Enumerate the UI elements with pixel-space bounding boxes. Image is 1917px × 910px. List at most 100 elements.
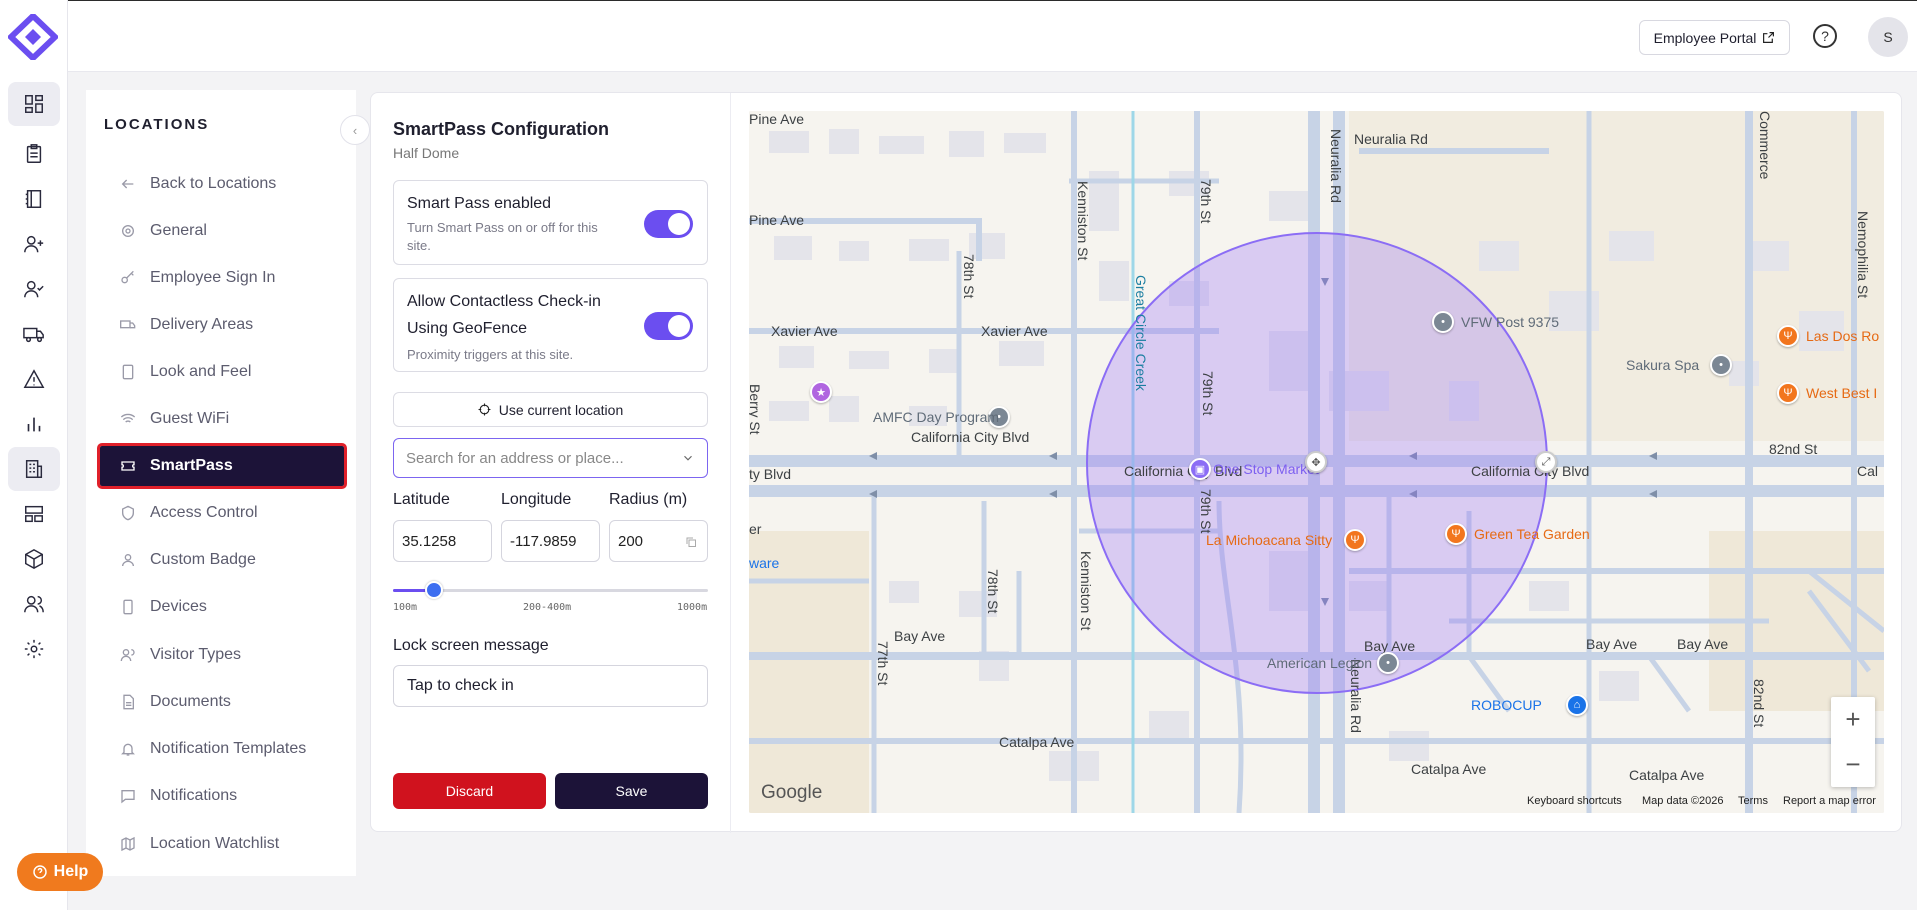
place-label-west-best: West Best I xyxy=(1806,385,1878,401)
place-pin-icon[interactable]: • xyxy=(1432,311,1454,333)
save-button[interactable]: Save xyxy=(555,773,708,809)
radius-field[interactable]: 200 xyxy=(609,520,708,562)
discard-button[interactable]: Discard xyxy=(393,773,546,809)
zoom-in-button[interactable]: + xyxy=(1831,697,1875,742)
building-icon[interactable] xyxy=(8,447,60,491)
avatar[interactable]: S xyxy=(1868,17,1908,57)
street-label: Pine Ave xyxy=(749,212,805,228)
sidebar-item-devices[interactable]: Devices xyxy=(100,587,344,627)
lock-pin-icon[interactable]: ⌂ xyxy=(1566,694,1588,716)
dashboard-icon[interactable] xyxy=(8,82,60,126)
latitude-label: Latitude xyxy=(393,491,450,508)
zoom-out-button[interactable]: − xyxy=(1831,742,1875,787)
radius-label: Radius (m) xyxy=(609,491,688,508)
report-map-error-link[interactable]: Report a map error xyxy=(1783,795,1876,807)
restaurant-pin-icon[interactable]: Ψ xyxy=(1344,529,1366,551)
place-pin-icon[interactable]: • xyxy=(1377,652,1399,674)
sidebar-item-custom-badge[interactable]: Custom Badge xyxy=(100,540,344,580)
terms-link[interactable]: Terms xyxy=(1738,795,1768,807)
employee-portal-label: Employee Portal xyxy=(1653,29,1757,46)
collapse-sidebar-button[interactable]: ‹ xyxy=(340,115,370,145)
slider-mid-label: 200-400m xyxy=(523,602,572,613)
sidebar-item-label: Guest WiFi xyxy=(150,410,230,427)
street-label: Bay Ave xyxy=(1586,636,1638,652)
longitude-field[interactable]: -117.9859 xyxy=(501,520,600,562)
truck-icon xyxy=(120,320,136,329)
street-label: 78th St xyxy=(985,569,1001,614)
move-handle-icon[interactable]: ✥ xyxy=(1305,451,1327,473)
street-label: 79th St xyxy=(1198,489,1214,534)
top-bar: Employee Portal ? S xyxy=(68,0,1917,72)
sidebar-item-look-and-feel[interactable]: Look and Feel xyxy=(100,352,344,392)
sidebar-item-general[interactable]: General xyxy=(100,211,344,251)
geofence-title-2: Using GeoFence xyxy=(407,320,528,337)
sidebar-item-smartpass[interactable]: SmartPass xyxy=(97,443,347,489)
street-label: ty Blvd xyxy=(749,466,792,482)
map[interactable]: Pine Ave Pine Ave Xavier Ave Xavier Ave … xyxy=(749,111,1884,813)
add-user-icon[interactable] xyxy=(8,222,60,266)
settings-icon[interactable] xyxy=(8,627,60,671)
sidebar-item-label: Delivery Areas xyxy=(150,316,254,333)
truck-icon[interactable] xyxy=(8,312,60,356)
geofence-toggle-card: Allow Contactless Check-in Using GeoFenc… xyxy=(393,278,708,372)
sidebar-item-notification-templates[interactable]: Notification Templates xyxy=(100,729,344,769)
geofence-desc: Proximity triggers at this site. xyxy=(407,347,574,362)
shop-pin-icon[interactable]: ▣ xyxy=(1189,458,1211,480)
resize-handle-icon[interactable]: ⤢ xyxy=(1535,451,1557,473)
sidebar-item-label: Notification Templates xyxy=(150,740,307,757)
app-logo-icon[interactable] xyxy=(6,11,60,63)
restaurant-pin-icon[interactable]: Ψ xyxy=(1445,523,1467,545)
latitude-field[interactable]: 35.1258 xyxy=(393,520,492,562)
chart-icon[interactable] xyxy=(8,402,60,446)
person-icon xyxy=(122,554,134,567)
shield-icon xyxy=(122,505,134,521)
sidebar-item-guest-wifi[interactable]: Guest WiFi xyxy=(100,399,344,439)
smart-pass-toggle[interactable] xyxy=(644,210,693,238)
user-check-icon[interactable] xyxy=(8,267,60,311)
place-label-one-stop: One Stop Market xyxy=(1213,461,1319,477)
sidebar-item-label: Custom Badge xyxy=(150,551,256,568)
street-label: 77th St xyxy=(875,641,891,686)
users-icon[interactable] xyxy=(8,582,60,626)
radius-slider[interactable] xyxy=(393,581,708,599)
place-label-sakura: Sakura Spa xyxy=(1626,357,1700,373)
cube-icon[interactable] xyxy=(8,537,60,581)
restaurant-pin-icon[interactable]: Ψ xyxy=(1777,325,1799,347)
help-icon[interactable]: ? xyxy=(1810,21,1840,51)
device-icon xyxy=(123,599,133,615)
sidebar-item-location-watchlist[interactable]: Location Watchlist xyxy=(100,824,344,864)
map-data-text: Map data ©2026 xyxy=(1642,795,1724,807)
radius-slider-handle[interactable] xyxy=(424,581,443,599)
street-label: Neuralia Rd xyxy=(1354,131,1428,147)
search-placeholder: Search for an address or place... xyxy=(406,449,624,467)
sidebar-item-label: Visitor Types xyxy=(150,646,242,663)
street-label: Kenniston St xyxy=(1075,181,1091,261)
logbook-icon[interactable] xyxy=(8,177,60,221)
ticket-icon xyxy=(121,461,135,471)
sidebar-item-label: Employee Sign In xyxy=(150,269,276,286)
school-pin-icon[interactable]: ★ xyxy=(810,381,832,403)
keyboard-shortcuts-link[interactable]: Keyboard shortcuts xyxy=(1527,795,1622,807)
layout-icon[interactable] xyxy=(8,492,60,536)
lock-screen-input[interactable]: Tap to check in xyxy=(393,665,708,707)
use-current-location-button[interactable]: Use current location xyxy=(393,392,708,427)
sidebar-item-employee-sign-in[interactable]: Employee Sign In xyxy=(100,258,344,298)
zoom-controls: + − xyxy=(1831,697,1875,787)
geofence-toggle[interactable] xyxy=(644,312,693,340)
smart-pass-title: Smart Pass enabled xyxy=(407,195,552,212)
employee-portal-button[interactable]: Employee Portal xyxy=(1639,20,1790,55)
sidebar-item-back-to-locations[interactable]: Back to Locations xyxy=(100,164,344,204)
smart-pass-toggle-card: Smart Pass enabled Turn Smart Pass on or… xyxy=(393,180,708,265)
clipboard-icon[interactable] xyxy=(8,132,60,176)
sidebar-item-delivery-areas[interactable]: Delivery Areas xyxy=(100,305,344,345)
crosshair-icon xyxy=(478,403,491,416)
place-pin-icon[interactable]: • xyxy=(1710,354,1732,376)
address-search-input[interactable]: Search for an address or place... xyxy=(393,438,708,478)
sidebar-item-access-control[interactable]: Access Control xyxy=(100,493,344,533)
sidebar-item-visitor-types[interactable]: Visitor Types xyxy=(100,635,344,675)
sidebar-item-notifications[interactable]: Notifications xyxy=(100,776,344,816)
help-button[interactable]: Help xyxy=(17,853,103,891)
sidebar-item-documents[interactable]: Documents xyxy=(100,682,344,722)
restaurant-pin-icon[interactable]: Ψ xyxy=(1777,382,1799,404)
alert-icon[interactable] xyxy=(8,357,60,401)
